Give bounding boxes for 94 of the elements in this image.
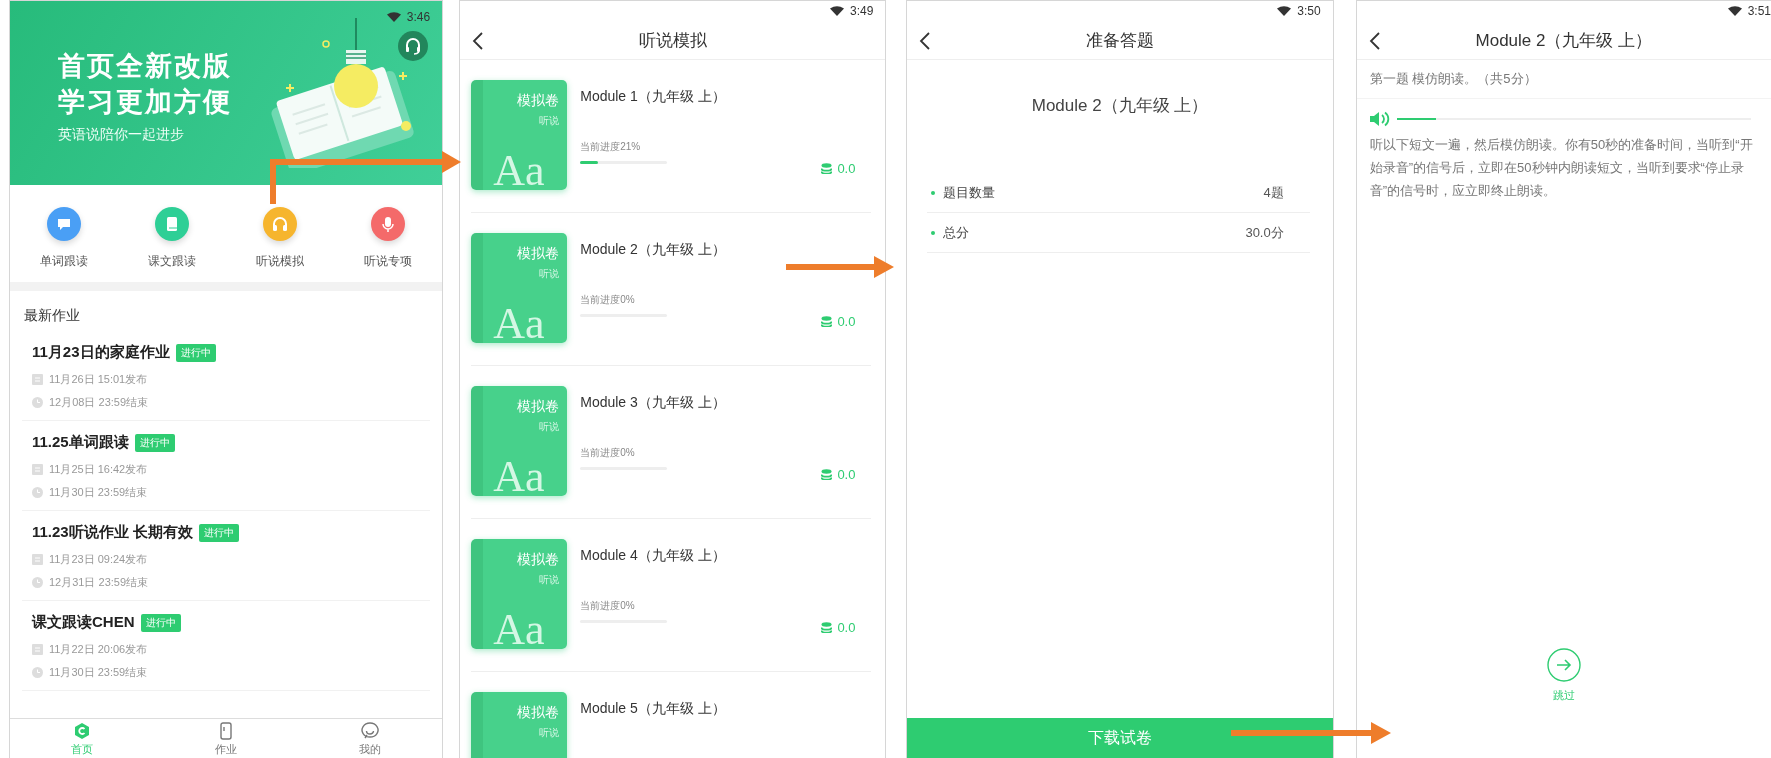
instructions-text: 听以下短文一遍，然后模仿朗读。你有50秒的准备时间，当听到“开始录音”的信号后，立即在50秒钟内朗读短文，当听到要求“停止录音”的信号时，应立即终止朗读。	[1368, 136, 1754, 200]
shortcut-button[interactable]: 单词跟读	[10, 207, 119, 270]
deadline-date: 11月30日 23:59结束	[49, 665, 148, 680]
shortcut-button[interactable]: 听说模拟	[226, 207, 335, 270]
back-icon	[472, 31, 485, 51]
module-title[interactable]: Module 2（九年级 上）	[580, 241, 809, 259]
module-title[interactable]: Module 5（九年级 上）	[580, 700, 872, 718]
assignment-title: 11.25单词跟读	[32, 433, 129, 452]
wifi-icon	[830, 6, 845, 16]
banner-title: 学习更加方便	[58, 86, 232, 119]
status-time: 3:50	[1297, 4, 1321, 18]
status-badge: 进行中	[198, 523, 239, 542]
status-time: 3:49	[850, 4, 874, 18]
section-title: 最新作业	[23, 306, 81, 325]
cover-letters: Aa	[493, 451, 545, 496]
module-title[interactable]: Module 3（九年级 上）	[580, 394, 809, 412]
score: 0.0	[837, 161, 856, 176]
screen-title: 听说模拟	[638, 29, 707, 52]
module-title[interactable]: Module 4（九年级 上）	[580, 547, 809, 565]
status-time: 3:46	[406, 10, 431, 24]
cover-letters: Aa	[493, 604, 545, 649]
assignment-title: 课文跟读CHEN	[32, 613, 135, 632]
assignment-title: 11.23听说作业 长期有效	[32, 523, 193, 542]
chat-icon	[361, 721, 380, 740]
stat-value: 30.0分	[1245, 223, 1284, 242]
clock-icon	[32, 577, 43, 588]
wifi-icon	[1727, 6, 1742, 16]
cover-letters: Aa	[493, 298, 545, 343]
cover-title: 模拟卷	[517, 398, 560, 416]
document-icon	[32, 464, 43, 475]
wifi-icon	[386, 12, 401, 22]
bullet-dot	[931, 230, 936, 235]
cover-title: 模拟卷	[517, 704, 560, 722]
cover-subtitle: 听说	[539, 267, 560, 281]
cover-subtitle: 听说	[539, 726, 560, 740]
document-icon	[32, 554, 43, 565]
deadline-date: 11月30日 23:59结束	[49, 485, 148, 500]
coins-icon	[821, 163, 833, 174]
banner-title: 首页全新改版	[58, 50, 232, 83]
arrow-circle-icon	[1546, 648, 1581, 682]
score: 0.0	[837, 620, 856, 635]
publish-date: 11月23日 09:24发布	[49, 552, 148, 567]
clock-icon	[32, 667, 43, 678]
status-badge: 进行中	[134, 433, 175, 452]
module-title: Module 2（九年级 上）	[1030, 95, 1210, 117]
status-badge: 进行中	[175, 343, 216, 362]
progress-label: 当前进度21%	[580, 140, 642, 154]
coins-icon	[821, 469, 833, 480]
coins-icon	[821, 622, 833, 633]
publish-date: 11月26日 15:01发布	[49, 372, 148, 387]
assignment-title: 11月23日的家庭作业	[32, 343, 170, 362]
cover-subtitle: 听说	[539, 420, 560, 434]
publish-date: 11月25日 16:42发布	[49, 462, 148, 477]
score: 0.0	[837, 314, 856, 329]
cover-title: 模拟卷	[517, 245, 560, 263]
shortcut-button[interactable]: 课文跟读	[118, 207, 227, 270]
publish-date: 11月22日 20:06发布	[49, 642, 148, 657]
nav-tab[interactable]: 作业	[154, 719, 299, 758]
question-heading: 第一题 模仿朗读。（共5分）	[1356, 60, 1771, 99]
progress-label: 当前进度0%	[580, 599, 636, 613]
progress-label: 当前进度0%	[580, 446, 636, 460]
screen-title: Module 2（九年级 上）	[1475, 29, 1653, 52]
document-icon	[32, 644, 43, 655]
deadline-date: 12月08日 23:59结束	[49, 395, 149, 410]
wifi-icon	[1277, 6, 1292, 16]
progress-label: 当前进度0%	[580, 293, 636, 307]
cover-title: 模拟卷	[517, 551, 560, 569]
shortcut-button[interactable]: 听说专项	[334, 207, 443, 270]
home-icon	[73, 721, 92, 740]
headset-button[interactable]	[398, 31, 429, 61]
stat-value: 4题	[1263, 183, 1284, 202]
status-time: 3:51	[1747, 4, 1771, 18]
banner-subtitle: 英语说陪你一起进步	[58, 126, 185, 144]
headset-icon	[404, 37, 423, 55]
coins-icon	[821, 316, 833, 327]
cover-subtitle: 听说	[539, 114, 560, 128]
back-icon	[919, 31, 932, 51]
clock-icon	[32, 487, 43, 498]
stat-label: 总分	[943, 223, 970, 242]
stat-label: 题目数量	[943, 183, 996, 202]
status-badge: 进行中	[140, 613, 181, 632]
score: 0.0	[837, 467, 856, 482]
module-title[interactable]: Module 1（九年级 上）	[580, 88, 809, 106]
cover-title: 模拟卷	[517, 92, 560, 110]
back-button[interactable]	[1368, 31, 1383, 51]
screen-title: 准备答题	[1086, 29, 1155, 52]
document-icon	[32, 374, 43, 385]
bullet-dot	[931, 190, 936, 195]
deadline-date: 12月31日 23:59结束	[49, 575, 149, 590]
clock-icon	[32, 397, 43, 408]
nav-tab[interactable]: 我的	[298, 719, 443, 758]
cover-letters: Aa	[493, 145, 545, 190]
cover-subtitle: 听说	[539, 573, 560, 587]
back-icon	[1368, 31, 1381, 51]
